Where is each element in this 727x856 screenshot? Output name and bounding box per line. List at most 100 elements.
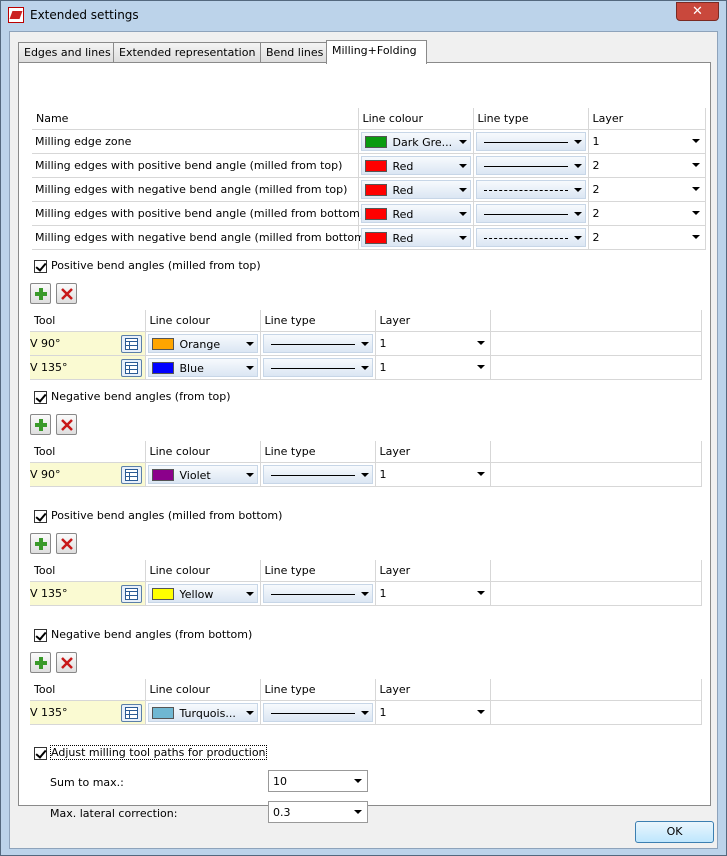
layer-dropdown[interactable]: 2 — [590, 227, 703, 247]
tool-browse-button[interactable] — [120, 703, 142, 722]
line-colour-dropdown[interactable]: Orange — [147, 333, 258, 353]
layer-value: 2 — [592, 182, 600, 196]
plus-icon — [35, 657, 47, 669]
section-checkbox-row[interactable]: Positive bend angles (milled from top) — [34, 259, 261, 275]
tool-browse-button[interactable] — [120, 358, 142, 377]
line-type-dropdown[interactable] — [262, 464, 373, 484]
layer-value: 2 — [592, 158, 600, 172]
add-tool-button[interactable] — [30, 414, 51, 435]
layer-dropdown[interactable]: 2 — [590, 179, 703, 199]
delete-tool-button[interactable] — [56, 533, 77, 554]
tool-name: V 90° — [30, 467, 61, 481]
table-row: Milling edge zone Dark Gre... 1 — [32, 128, 706, 154]
adjust-milling-checkbox-row[interactable]: Adjust milling tool paths for production — [34, 745, 267, 762]
layer-dropdown[interactable]: 2 — [590, 203, 703, 223]
delete-tool-button[interactable] — [56, 414, 77, 435]
delete-tool-button[interactable] — [56, 652, 77, 673]
line-colour-dropdown[interactable]: Blue — [147, 357, 258, 377]
line-type-preview — [483, 237, 568, 239]
section-checkbox-row[interactable]: Negative bend angles (from bottom) — [34, 628, 252, 644]
line-colour-dropdown[interactable]: Dark Gre... — [360, 131, 471, 151]
chevron-down-icon — [245, 591, 254, 596]
close-button[interactable]: ✕ — [676, 2, 719, 21]
chevron-down-icon — [458, 235, 467, 240]
colour-swatch — [364, 183, 387, 196]
line-colour-dropdown[interactable]: Red — [360, 227, 471, 247]
table-header-row: Tool Line colour Line type Layer — [30, 310, 702, 332]
adjust-milling-label: Adjust milling tool paths for production — [50, 745, 267, 760]
tool-cell[interactable]: V 90° — [30, 462, 146, 487]
line-colour-dropdown[interactable]: Yellow — [147, 583, 258, 603]
line-colour-value: Red — [392, 183, 414, 197]
tab-bend-lines[interactable]: Bend lines — [260, 42, 327, 63]
table-icon — [124, 337, 138, 350]
table-header-row: Name Line colour Line type Layer — [32, 108, 706, 130]
line-type-preview — [483, 213, 568, 215]
layer-value: 1 — [379, 467, 387, 481]
line-colour-value: Blue — [179, 361, 204, 375]
line-type-dropdown[interactable] — [262, 702, 373, 722]
title-bar[interactable]: Extended settings ✕ — [1, 1, 726, 29]
column-header: Layer — [375, 679, 491, 701]
adjust-milling-checkbox[interactable] — [34, 746, 47, 760]
chevron-down-icon — [360, 341, 369, 346]
layer-dropdown[interactable]: 2 — [590, 155, 703, 175]
section-checkbox[interactable] — [34, 390, 47, 404]
chevron-down-icon — [573, 187, 582, 192]
section-checkbox[interactable] — [34, 509, 47, 523]
line-colour-dropdown[interactable]: Red — [360, 179, 471, 199]
max-lateral-correction-select[interactable]: 0.3 — [268, 801, 368, 823]
layer-dropdown[interactable]: 1 — [377, 464, 488, 484]
add-tool-button[interactable] — [30, 533, 51, 554]
tool-name: V 135° — [30, 360, 68, 374]
delete-tool-button[interactable] — [56, 283, 77, 304]
line-type-dropdown[interactable] — [475, 179, 586, 199]
section-checkbox-row[interactable]: Negative bend angles (from top) — [34, 390, 231, 406]
tool-cell[interactable]: V 135° — [30, 581, 146, 606]
layer-value: 1 — [592, 134, 600, 148]
chevron-down-icon — [691, 186, 700, 191]
chevron-down-icon — [245, 710, 254, 715]
section-label: Positive bend angles (milled from bottom… — [51, 509, 283, 522]
dialog-client-area: Edges and lines Extended representation … — [9, 31, 718, 849]
section-checkbox[interactable] — [34, 259, 47, 273]
line-colour-dropdown[interactable]: Violet — [147, 464, 258, 484]
layer-dropdown[interactable]: 1 — [377, 583, 488, 603]
layer-dropdown[interactable]: 1 — [377, 333, 488, 353]
tool-row: V 135° Yellow 1 — [30, 581, 702, 606]
line-type-preview — [483, 141, 568, 143]
sum-to-max-select[interactable]: 10 — [268, 770, 368, 792]
tool-browse-button[interactable] — [120, 584, 142, 603]
line-type-dropdown[interactable] — [262, 357, 373, 377]
tab-milling-folding[interactable]: Milling+Folding — [326, 40, 427, 64]
tab-extended-representation[interactable]: Extended representation — [113, 42, 261, 63]
line-type-dropdown[interactable] — [475, 227, 586, 247]
layer-dropdown[interactable]: 1 — [377, 357, 488, 377]
column-header: Line type — [473, 108, 589, 130]
table-row: Milling edges with negative bend angle (… — [32, 176, 706, 202]
tool-cell[interactable]: V 90° — [30, 331, 146, 356]
tool-browse-button[interactable] — [120, 465, 142, 484]
ok-button[interactable]: OK — [635, 821, 714, 843]
line-colour-dropdown[interactable]: Red — [360, 155, 471, 175]
tool-cell[interactable]: V 135° — [30, 355, 146, 380]
tab-edges-and-lines[interactable]: Edges and lines — [18, 42, 114, 63]
line-type-dropdown[interactable] — [262, 583, 373, 603]
line-colour-dropdown[interactable]: Red — [360, 203, 471, 223]
line-type-dropdown[interactable] — [475, 203, 586, 223]
line-type-preview — [270, 593, 355, 595]
line-type-dropdown[interactable] — [475, 155, 586, 175]
line-type-dropdown[interactable] — [262, 333, 373, 353]
layer-dropdown[interactable]: 1 — [590, 131, 703, 151]
chevron-down-icon — [573, 163, 582, 168]
section-checkbox[interactable] — [34, 628, 47, 642]
line-type-dropdown[interactable] — [475, 131, 586, 151]
chevron-down-icon — [691, 210, 700, 215]
tool-browse-button[interactable] — [120, 334, 142, 353]
layer-dropdown[interactable]: 1 — [377, 702, 488, 722]
add-tool-button[interactable] — [30, 283, 51, 304]
line-colour-dropdown[interactable]: Turquois... — [147, 702, 258, 722]
section-checkbox-row[interactable]: Positive bend angles (milled from bottom… — [34, 509, 282, 525]
tool-cell[interactable]: V 135° — [30, 700, 146, 725]
add-tool-button[interactable] — [30, 652, 51, 673]
